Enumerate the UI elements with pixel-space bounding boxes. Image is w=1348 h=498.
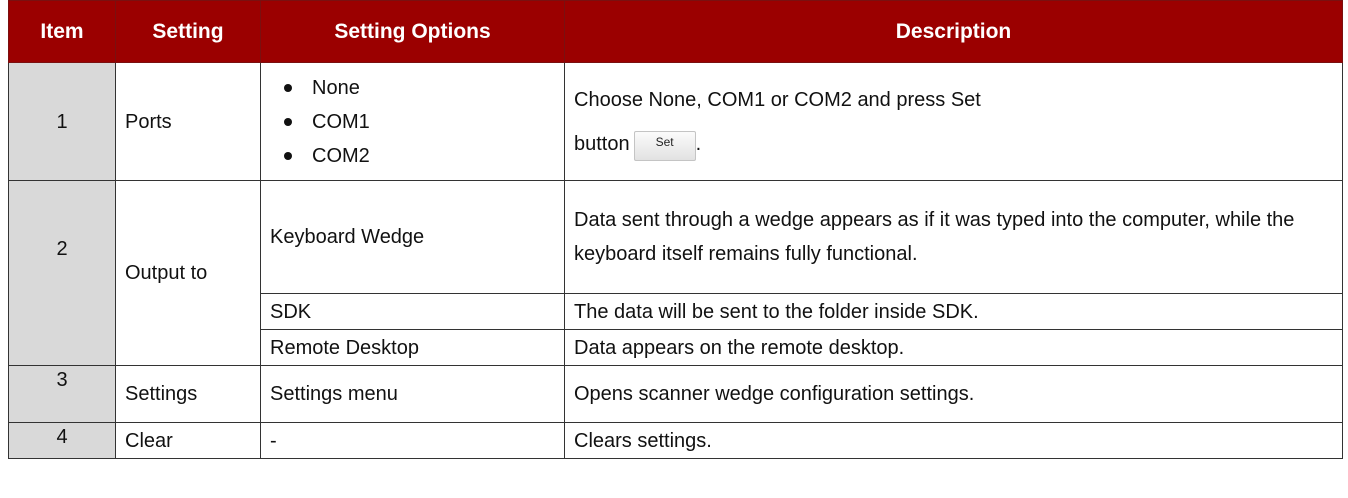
description-text: button <box>574 132 630 155</box>
setting-name: Output to <box>115 180 261 366</box>
setting-option: - <box>260 422 565 459</box>
bullet-icon <box>284 83 292 92</box>
item-number: 1 <box>8 62 116 181</box>
description-cell: Choose None, COM1 or COM2 and press Set … <box>564 62 1343 181</box>
option-label: None <box>312 76 360 99</box>
table-row: 3 Settings Settings menu Opens scanner w… <box>8 365 1343 423</box>
option-item: None <box>270 71 555 105</box>
header-setting: Setting <box>115 0 261 63</box>
description-cell: Opens scanner wedge configuration settin… <box>564 365 1343 423</box>
setting-option: Keyboard Wedge <box>260 180 565 294</box>
item-number: 4 <box>8 422 116 459</box>
description-period: . <box>695 132 702 155</box>
header-item: Item <box>8 0 116 63</box>
option-item: COM1 <box>270 105 555 139</box>
description-cell: The data will be sent to the folder insi… <box>564 293 1343 330</box>
description-cell: Data appears on the remote desktop. <box>564 329 1343 366</box>
setting-options: None COM1 COM2 <box>260 62 565 181</box>
setting-name: Clear <box>115 422 261 459</box>
setting-name: Ports <box>115 62 261 181</box>
item-number: 2 <box>8 180 116 366</box>
bullet-icon <box>284 117 292 126</box>
table-row: 2 Output to Keyboard Wedge Data sent thr… <box>8 180 1343 366</box>
setting-option: Settings menu <box>260 365 565 423</box>
set-button[interactable]: Set <box>633 130 696 161</box>
table-row: 4 Clear - Clears settings. <box>8 422 1343 459</box>
item-number: 3 <box>8 365 116 423</box>
setting-option: Remote Desktop <box>260 329 565 366</box>
header-row: Item Setting Setting Options Description <box>8 0 1343 63</box>
header-description: Description <box>564 0 1343 63</box>
settings-table: Item Setting Setting Options Description… <box>8 0 1343 459</box>
description-cell: Data sent through a wedge appears as if … <box>564 180 1343 294</box>
option-item: COM2 <box>270 139 555 173</box>
setting-option: SDK <box>260 293 565 330</box>
item-number-text: 2 <box>56 238 68 260</box>
table-row: 1 Ports None COM1 COM2 Choose None, COM1… <box>8 62 1343 181</box>
setting-name: Settings <box>115 365 261 423</box>
description-line: button Set. <box>574 122 1333 166</box>
description-line: Choose None, COM1 or COM2 and press Set <box>574 88 981 111</box>
option-label: COM1 <box>312 110 370 133</box>
bullet-icon <box>284 151 292 160</box>
options-list: None COM1 COM2 <box>270 71 555 173</box>
description-cell: Clears settings. <box>564 422 1343 459</box>
header-setting-options: Setting Options <box>260 0 565 63</box>
option-label: COM2 <box>312 144 370 167</box>
